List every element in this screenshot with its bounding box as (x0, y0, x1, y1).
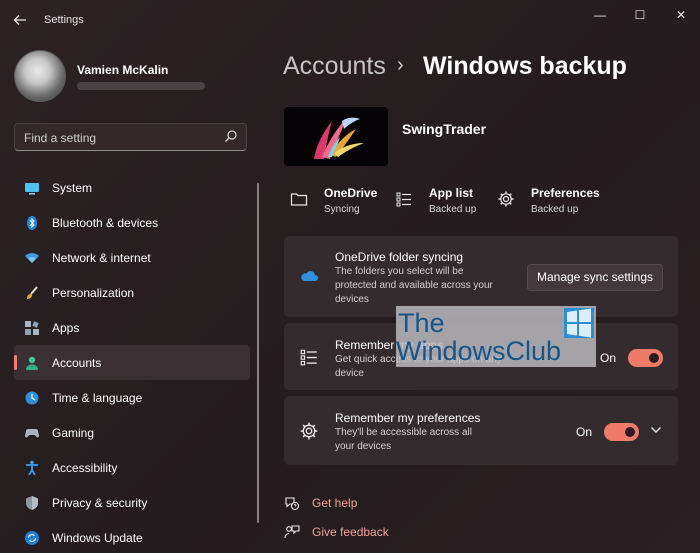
sidebar-item-label: Apps (52, 321, 80, 335)
sidebar-item-label: Time & language (52, 391, 143, 405)
minimize-button[interactable]: — (589, 6, 611, 24)
sidebar-item-gaming[interactable]: Gaming (14, 415, 250, 450)
card-description-line: They'll be accessible across all (335, 427, 472, 438)
onedrive-sync-card: OneDrive folder syncing The folders you … (284, 236, 678, 317)
sidebar-item-label: Network & internet (52, 251, 151, 265)
card-title: Remember my preferences (335, 411, 481, 425)
watermark-text: WindowsClub (396, 336, 562, 366)
card-description: They'll be accessible across all your de… (335, 426, 515, 454)
user-email-redacted (77, 82, 205, 90)
help-icon (285, 497, 300, 511)
link-label: Get help (312, 496, 358, 510)
title-bar: Settings — ☐ ✕ (0, 0, 700, 40)
toggle-knob (625, 427, 635, 437)
search-input[interactable]: Find a setting (24, 131, 96, 145)
card-description-line: device (335, 368, 364, 379)
watermark: The WindowsClub (396, 306, 596, 367)
sidebar-item-label: Bluetooth & devices (52, 216, 159, 230)
manage-sync-settings-button[interactable]: Manage sync settings (527, 264, 663, 291)
status-title: Preferences (531, 186, 600, 200)
sidebar-item-label: System (52, 181, 93, 195)
arrow-left-icon (13, 15, 26, 25)
toggle-state-label: On (600, 351, 617, 365)
wifi-icon (25, 253, 39, 263)
person-icon (26, 356, 38, 370)
back-button[interactable] (10, 10, 30, 30)
update-icon (25, 531, 39, 545)
card-description-line: your devices (335, 441, 392, 452)
sidebar-item-system[interactable]: System (14, 170, 250, 205)
card-title: OneDrive folder syncing (335, 250, 464, 264)
sidebar-item-network[interactable]: Network & internet (14, 240, 250, 275)
remember-preferences-toggle[interactable] (604, 423, 639, 441)
maximize-button[interactable]: ☐ (629, 6, 651, 24)
globe-clock-icon (25, 391, 39, 405)
avatar[interactable] (14, 50, 66, 102)
accessibility-icon (26, 460, 38, 476)
status-subtitle: Backed up (429, 204, 477, 215)
status-subtitle: Syncing (324, 204, 360, 215)
sidebar-item-apps[interactable]: Apps (14, 310, 250, 345)
search-icon[interactable] (224, 129, 238, 143)
chevron-right-icon: › (397, 54, 404, 76)
feedback-icon (284, 525, 300, 539)
sidebar-item-windows-update[interactable]: Windows Update (14, 520, 250, 553)
status-subtitle: Backed up (531, 204, 579, 215)
gear-icon (498, 191, 514, 207)
sidebar-item-label: Personalization (52, 286, 135, 300)
sidebar-item-label: Privacy & security (52, 496, 148, 510)
card-description-line: protected and available across your (335, 280, 493, 291)
remember-preferences-card[interactable]: Remember my preferences They'll be acces… (284, 396, 678, 465)
user-name: Vamien McKalin (77, 63, 169, 77)
close-button[interactable]: ✕ (670, 6, 692, 24)
card-description-line: The folders you select will be (335, 266, 464, 277)
card-description: The folders you select will be protected… (335, 265, 515, 307)
bluetooth-icon (27, 216, 37, 230)
chevron-down-icon[interactable] (650, 426, 662, 434)
app-title: Settings (44, 14, 84, 26)
gamepad-icon (25, 429, 39, 438)
link-label: Give feedback (312, 525, 389, 539)
remember-apps-toggle[interactable] (628, 349, 663, 367)
device-name: SwingTrader (402, 121, 487, 137)
apps-icon (25, 321, 39, 335)
sidebar-scrollbar[interactable] (257, 183, 259, 523)
monitor-icon (25, 183, 39, 195)
sidebar-item-bluetooth[interactable]: Bluetooth & devices (14, 205, 250, 240)
list-icon (396, 192, 411, 207)
sidebar-item-label: Windows Update (52, 531, 143, 545)
sidebar-nav: System Bluetooth & devices Network & int… (14, 170, 250, 553)
card-description-line: devices (335, 294, 369, 305)
toggle-knob (649, 353, 659, 363)
breadcrumb-parent[interactable]: Accounts (283, 52, 386, 81)
shield-icon (26, 496, 38, 510)
cloud-icon (301, 271, 318, 281)
brush-icon (27, 286, 38, 299)
windows-logo-icon (564, 308, 594, 338)
selection-indicator (14, 355, 17, 370)
sidebar-item-label: Accessibility (52, 461, 118, 475)
toggle-state-label: On (576, 425, 593, 439)
page-title: Windows backup (423, 52, 627, 80)
sidebar-item-accounts[interactable]: Accounts (14, 345, 250, 380)
settings-window: Settings — ☐ ✕ Vamien McKalin Find a set… (0, 0, 700, 553)
watermark-text: The (398, 308, 445, 338)
list-icon (300, 349, 317, 366)
sidebar-item-time-language[interactable]: Time & language (14, 380, 250, 415)
status-title: OneDrive (324, 186, 378, 200)
search-box[interactable]: Find a setting (14, 123, 247, 151)
device-wallpaper-thumbnail (284, 107, 388, 166)
sidebar-item-label: Accounts (52, 356, 102, 370)
sidebar-item-personalization[interactable]: Personalization (14, 275, 250, 310)
status-title: App list (429, 186, 473, 200)
sidebar-item-accessibility[interactable]: Accessibility (14, 450, 250, 485)
folder-icon (290, 193, 308, 206)
sidebar-item-label: Gaming (52, 426, 95, 440)
gear-icon (300, 422, 318, 440)
sidebar-item-privacy[interactable]: Privacy & security (14, 485, 250, 520)
